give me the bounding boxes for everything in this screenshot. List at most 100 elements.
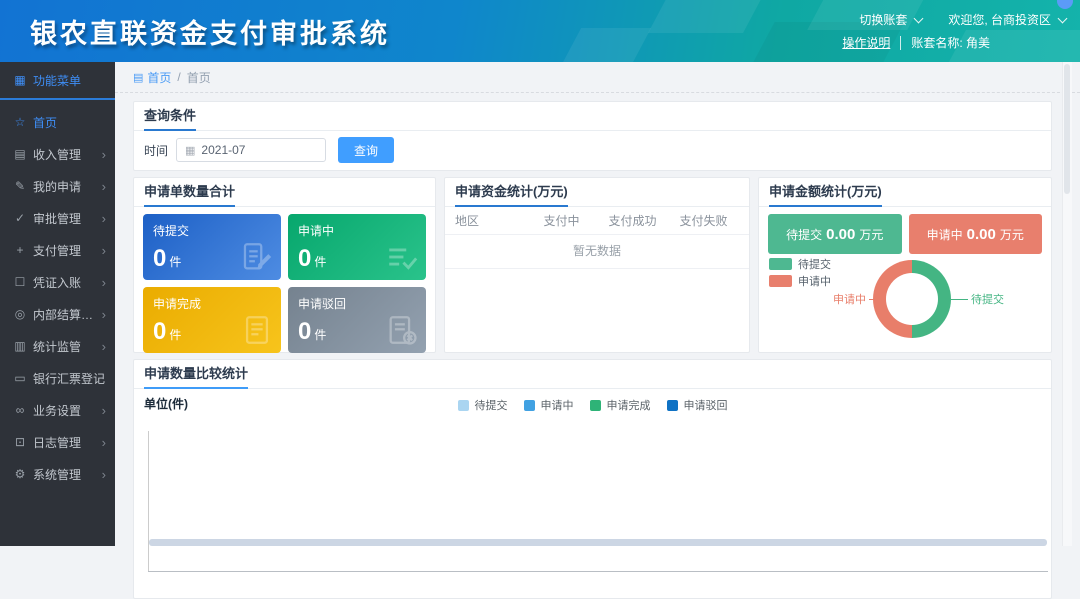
chevron-right-icon: › xyxy=(102,467,106,482)
donut-label-in-progress: 申请中 xyxy=(833,291,886,307)
amount-stats-title: 申请金额统计(万元) xyxy=(759,178,1051,207)
vertical-scrollbar-thumb[interactable] xyxy=(1064,64,1070,194)
app-header: 银农直联资金支付审批系统 切换账套 欢迎您, 台商投资区 操作说明 账套名称: … xyxy=(0,0,1080,62)
amount-card-in-progress[interactable]: 申请中 0.00 万元 xyxy=(909,214,1043,254)
chevron-right-icon: › xyxy=(102,275,106,290)
chart-toolbar-row: 单位(件) 待提交 申请中 申请完成 xyxy=(134,395,1051,417)
amount-stats-panel: 申请金额统计(万元) 待提交 0.00 万元 申请中 0.00 万元 xyxy=(758,177,1052,353)
sidebar-item-my-applications[interactable]: ✎ 我的申请 › xyxy=(0,170,115,202)
bar-chart-plot-area xyxy=(134,431,1051,591)
header-deco-shape xyxy=(559,28,651,62)
legend-swatch xyxy=(667,400,678,411)
header-deco-shape xyxy=(648,0,767,33)
content-area: 查询条件 时间 ▦ 查询 申请单数量合计 待提交 0件 xyxy=(115,93,1080,599)
table-empty-text: 暂无数据 xyxy=(445,235,749,269)
sidebar-item-internal-settlement[interactable]: ◎ 内部结算凭证 › xyxy=(0,298,115,330)
y-axis-line xyxy=(148,431,149,571)
legend-item[interactable]: 申请驳回 xyxy=(667,397,728,413)
sidebar-item-system[interactable]: ⚙ 系统管理 › xyxy=(0,458,115,490)
column-header-failed: 支付失败 xyxy=(668,212,739,229)
chevron-down-icon[interactable] xyxy=(1058,13,1068,23)
sidebar-menu: ☆ 首页 ▤ 收入管理 › ✎ 我的申请 › ✓ 审批管理 › + 支付管理 ›… xyxy=(0,100,115,490)
table-header-row: 地区 支付中 支付成功 支付失败 xyxy=(445,207,749,235)
time-label: 时间 xyxy=(144,142,168,159)
bar-chart-icon: ▥ xyxy=(12,339,28,353)
amount-cards: 待提交 0.00 万元 申请中 0.00 万元 xyxy=(759,207,1051,254)
horizontal-scrollbar[interactable] xyxy=(149,539,1047,546)
sidebar-item-payment[interactable]: + 支付管理 › xyxy=(0,234,115,266)
sidebar-item-bank-draft[interactable]: ▭ 银行汇票登记 xyxy=(0,362,115,394)
star-icon: ☆ xyxy=(12,115,28,129)
vertical-scrollbar-track[interactable] xyxy=(1062,62,1072,546)
link-icon: ∞ xyxy=(12,403,28,417)
comparison-chart-panel: 申请数量比较统计 单位(件) 待提交 申请中 申请完成 xyxy=(133,359,1052,599)
document-icon: ▤ xyxy=(12,147,28,161)
notification-badge[interactable] xyxy=(1057,0,1073,9)
sidebar-menu-header: ▦ 功能菜单 xyxy=(0,62,115,100)
funds-table-panel: 申请资金统计(万元) 地区 支付中 支付成功 支付失败 暂无数据 xyxy=(444,177,750,353)
column-header-paying: 支付中 xyxy=(526,212,597,229)
chevron-right-icon: › xyxy=(102,403,106,418)
sidebar-item-income[interactable]: ▤ 收入管理 › xyxy=(0,138,115,170)
chevron-right-icon: › xyxy=(102,211,106,226)
welcome-text: 欢迎您, 台商投资区 xyxy=(948,11,1051,28)
query-panel: 查询条件 时间 ▦ 查询 xyxy=(133,101,1052,171)
sidebar-item-home[interactable]: ☆ 首页 xyxy=(0,106,115,138)
sidebar: ▦ 功能菜单 ☆ 首页 ▤ 收入管理 › ✎ 我的申请 › ✓ 审批管理 › +… xyxy=(0,62,115,546)
breadcrumb-current: 首页 xyxy=(187,69,211,86)
sidebar-item-approval[interactable]: ✓ 审批管理 › xyxy=(0,202,115,234)
month-picker-input[interactable] xyxy=(201,143,317,157)
chevron-down-icon[interactable] xyxy=(914,13,924,23)
legend-item[interactable]: 申请完成 xyxy=(590,397,651,413)
operation-guide-link[interactable]: 操作说明 xyxy=(842,34,890,51)
summary-cards: 待提交 0件 申请中 0件 申请完成 xyxy=(134,207,435,360)
switch-account-link[interactable]: 切换账套 xyxy=(859,11,907,28)
app-title: 银农直联资金支付审批系统 xyxy=(30,12,390,51)
card-pending-submit[interactable]: 待提交 0件 xyxy=(143,214,281,280)
header-account-bar: 操作说明 账套名称: 角美 xyxy=(842,34,990,51)
legend-item[interactable]: 申请中 xyxy=(769,273,831,288)
legend-item[interactable]: 申请中 xyxy=(524,397,574,413)
chevron-right-icon: › xyxy=(102,147,106,162)
legend-swatch xyxy=(524,400,535,411)
sidebar-item-business-settings[interactable]: ∞ 业务设置 › xyxy=(0,394,115,426)
sidebar-item-log[interactable]: ⊡ 日志管理 › xyxy=(0,426,115,458)
divider xyxy=(900,36,901,50)
card-in-progress[interactable]: 申请中 0件 xyxy=(288,214,426,280)
chevron-right-icon: › xyxy=(102,307,106,322)
gear-icon: ⚙ xyxy=(12,467,28,481)
month-picker-field[interactable]: ▦ xyxy=(176,138,326,162)
plus-icon: + xyxy=(12,243,28,257)
legend-swatch xyxy=(769,275,792,287)
search-button[interactable]: 查询 xyxy=(338,137,394,163)
breadcrumb-separator: / xyxy=(177,70,180,84)
breadcrumb-home-link[interactable]: 首页 xyxy=(147,69,171,86)
x-axis-line xyxy=(148,571,1048,572)
summary-panel: 申请单数量合计 待提交 0件 申请中 0件 xyxy=(133,177,436,353)
card-completed[interactable]: 申请完成 0件 xyxy=(143,287,281,353)
summary-panel-title: 申请单数量合计 xyxy=(134,178,435,207)
legend-item[interactable]: 待提交 xyxy=(769,256,831,271)
query-row: 时间 ▦ 查询 xyxy=(134,131,1051,170)
list-check-icon xyxy=(385,240,419,274)
chevron-right-icon: › xyxy=(102,339,106,354)
target-icon: ◎ xyxy=(12,307,28,321)
sidebar-item-voucher-entry[interactable]: ☐ 凭证入账 › xyxy=(0,266,115,298)
card-rejected[interactable]: 申请驳回 0件 xyxy=(288,287,426,353)
unit-label: 单位(件) xyxy=(144,397,188,411)
amount-card-pending[interactable]: 待提交 0.00 万元 xyxy=(768,214,902,254)
breadcrumb: ▤ 首页 / 首页 xyxy=(115,62,1080,93)
page-icon: ▤ xyxy=(133,71,143,84)
comparison-chart-title: 申请数量比较统计 xyxy=(134,360,1051,389)
chevron-right-icon: › xyxy=(102,435,106,450)
grid-menu-icon: ▦ xyxy=(12,73,28,87)
document-reject-icon xyxy=(385,313,419,347)
legend-item[interactable]: 待提交 xyxy=(458,397,508,413)
header-user-bar: 切换账套 欢迎您, 台商投资区 xyxy=(859,11,1066,28)
chevron-right-icon: › xyxy=(102,243,106,258)
funds-table-title: 申请资金统计(万元) xyxy=(445,178,749,207)
column-header-success: 支付成功 xyxy=(597,212,668,229)
main-content: ▤ 首页 / 首页 查询条件 时间 ▦ 查询 申请单数量合计 xyxy=(115,62,1080,546)
sidebar-item-statistics[interactable]: ▥ 统计监管 › xyxy=(0,330,115,362)
calendar-icon: ▦ xyxy=(185,144,195,157)
